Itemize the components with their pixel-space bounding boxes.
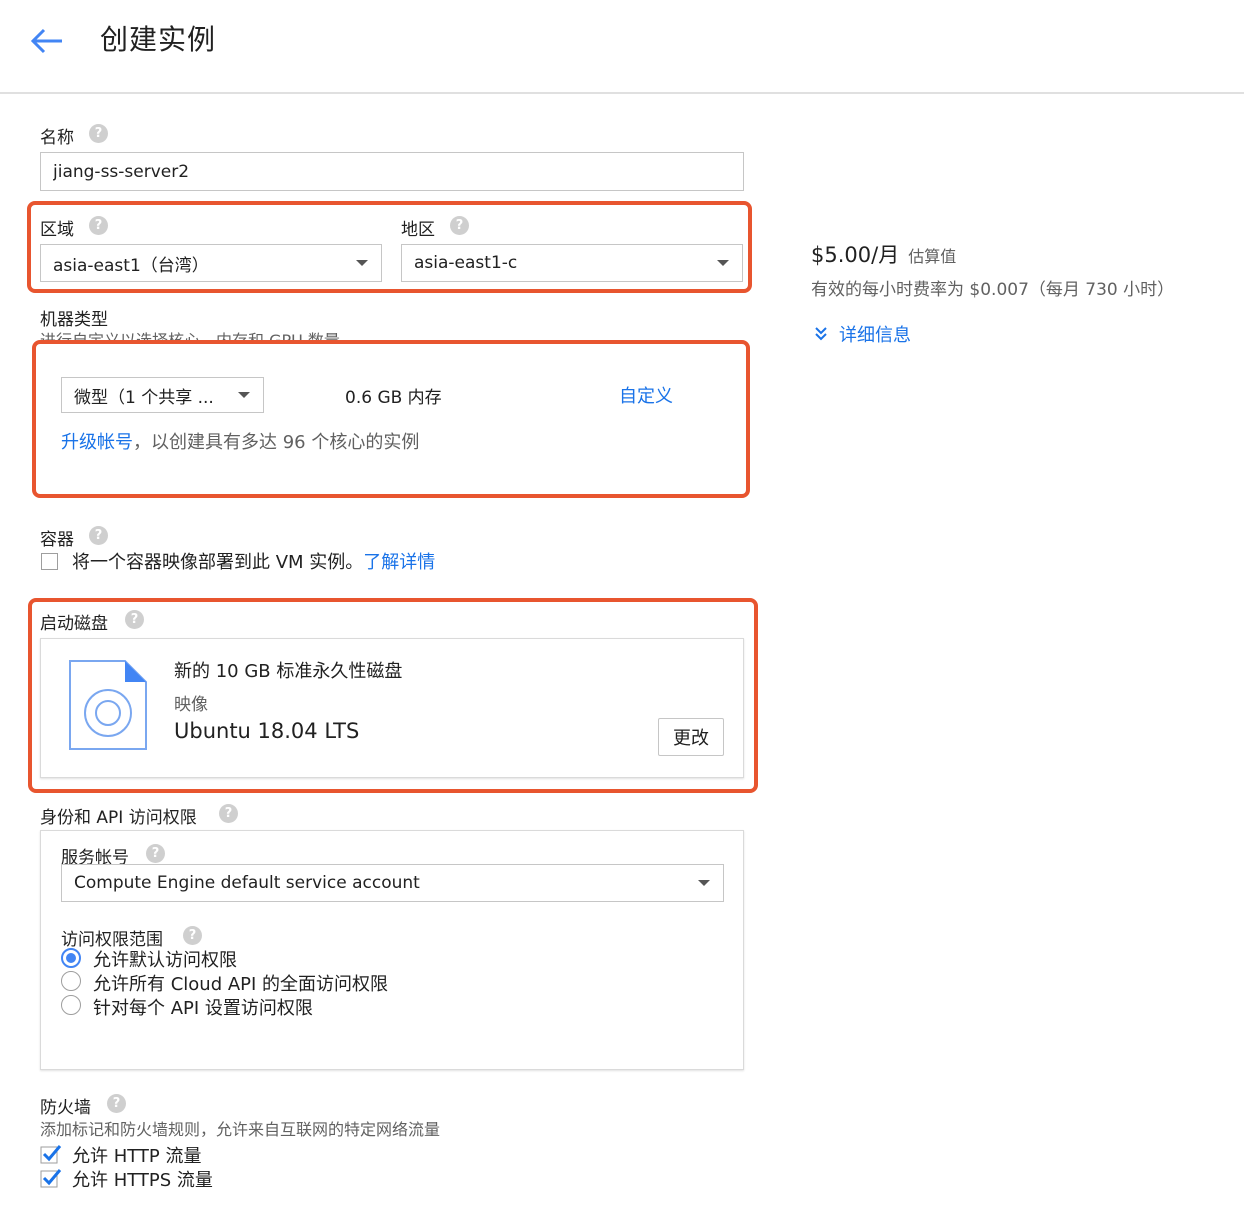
zone-value: asia-east1-c bbox=[414, 253, 518, 273]
back-arrow-icon[interactable] bbox=[28, 26, 64, 56]
help-icon[interactable]: ? bbox=[107, 1094, 126, 1113]
disk-image-icon bbox=[69, 660, 147, 750]
details-toggle[interactable]: 详细信息 bbox=[811, 321, 911, 347]
boot-disk-label: 启动磁盘 bbox=[40, 614, 108, 634]
instance-name-input[interactable] bbox=[40, 152, 744, 191]
disk-title: 新的 10 GB 标准永久性磁盘 bbox=[174, 661, 403, 682]
upgrade-note: 升级帐号，以创建具有多达 96 个核心的实例 bbox=[61, 428, 419, 454]
container-checkbox-label: 将一个容器映像部署到此 VM 实例。 bbox=[72, 552, 364, 573]
region-select[interactable]: asia-east1（台湾） bbox=[40, 244, 382, 282]
scope-radio-per-api[interactable] bbox=[61, 995, 81, 1015]
scope-radio-default[interactable] bbox=[61, 948, 81, 968]
service-account-select[interactable]: Compute Engine default service account bbox=[61, 864, 724, 902]
container-checkbox[interactable] bbox=[41, 553, 58, 570]
help-icon[interactable]: ? bbox=[125, 610, 144, 629]
machine-type-value: 微型（1 个共享 ... bbox=[74, 387, 214, 408]
customize-link[interactable]: 自定义 bbox=[619, 382, 673, 408]
help-icon[interactable]: ? bbox=[146, 844, 165, 863]
help-icon[interactable]: ? bbox=[89, 124, 108, 143]
service-account-value: Compute Engine default service account bbox=[74, 873, 420, 893]
region-value: asia-east1（台湾） bbox=[53, 255, 209, 276]
price-value: $5.00/月 bbox=[811, 243, 900, 267]
machine-type-select[interactable]: 微型（1 个共享 ... bbox=[61, 377, 264, 413]
upgrade-text: ，以创建具有多达 96 个核心的实例 bbox=[133, 432, 420, 453]
machine-type-area bbox=[36, 342, 746, 494]
help-icon[interactable]: ? bbox=[89, 216, 108, 235]
hourly-rate: 有效的每小时费率为 $0.007（每月 730 小时） bbox=[811, 280, 1175, 300]
page-title: 创建实例 bbox=[100, 23, 217, 56]
scope-radio-full[interactable] bbox=[61, 971, 81, 991]
price-estimate: $5.00/月 估算值 bbox=[811, 239, 956, 269]
firewall-label: 防火墙 bbox=[40, 1098, 91, 1118]
https-traffic-label: 允许 HTTPS 流量 bbox=[72, 1170, 213, 1191]
help-icon[interactable]: ? bbox=[183, 926, 202, 945]
firewall-description: 添加标记和防火墙规则，允许来自互联网的特定网络流量 bbox=[40, 1120, 441, 1139]
change-disk-button[interactable]: 更改 bbox=[658, 718, 724, 756]
details-link[interactable]: 详细信息 bbox=[839, 321, 911, 347]
upgrade-account-link[interactable]: 升级帐号 bbox=[61, 432, 133, 453]
dropdown-caret-icon bbox=[356, 260, 368, 266]
scope-option-label: 针对每个 API 设置访问权限 bbox=[93, 998, 313, 1019]
double-chevron-down-icon bbox=[815, 327, 827, 341]
dropdown-caret-icon bbox=[698, 880, 710, 886]
dropdown-caret-icon bbox=[717, 260, 729, 266]
scope-option-label: 允许所有 Cloud API 的全面访问权限 bbox=[93, 974, 389, 995]
image-label: 映像 bbox=[174, 695, 208, 715]
memory-value: 0.6 GB 内存 bbox=[345, 388, 442, 408]
identity-label: 身份和 API 访问权限 bbox=[40, 808, 197, 828]
image-value: Ubuntu 18.04 LTS bbox=[174, 719, 360, 743]
https-checkbox-checked-icon[interactable] bbox=[40, 1167, 62, 1189]
name-label: 名称 bbox=[40, 128, 74, 148]
dropdown-caret-icon bbox=[238, 392, 250, 398]
learn-more-link[interactable]: 了解详情 bbox=[363, 552, 435, 573]
scope-option-label: 允许默认访问权限 bbox=[93, 950, 237, 971]
http-traffic-label: 允许 HTTP 流量 bbox=[72, 1146, 202, 1167]
help-icon[interactable]: ? bbox=[89, 526, 108, 545]
zone-select[interactable]: asia-east1-c bbox=[401, 244, 743, 282]
region-label: 区域 bbox=[40, 220, 74, 240]
container-option: 将一个容器映像部署到此 VM 实例。了解详情 bbox=[72, 548, 435, 574]
container-label: 容器 bbox=[40, 530, 74, 550]
estimate-label: 估算值 bbox=[908, 247, 957, 266]
page-header: 创建实例 bbox=[0, 0, 1244, 94]
zone-label: 地区 bbox=[401, 220, 435, 240]
help-icon[interactable]: ? bbox=[219, 804, 238, 823]
help-icon[interactable]: ? bbox=[450, 216, 469, 235]
http-checkbox-checked-icon[interactable] bbox=[40, 1143, 62, 1165]
